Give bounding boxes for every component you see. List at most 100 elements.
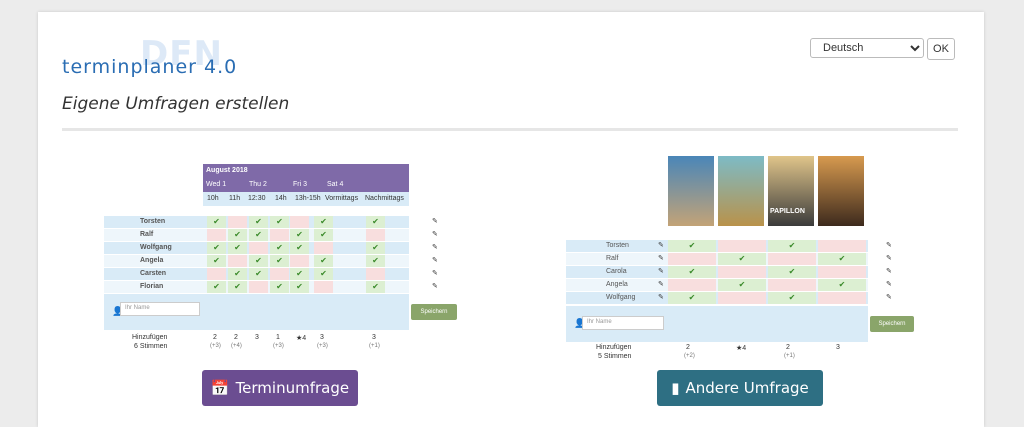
date-poll-button-label: Terminumfrage (235, 379, 350, 397)
edit-icon[interactable]: ✎ (658, 241, 664, 249)
edit-icon[interactable]: ✎ (886, 280, 892, 288)
date-poll-preview: August 2018 Wed 1 Thu 2 Fri 3 Sat 4 10h … (104, 162, 457, 350)
slot-label: 13h-15h (295, 195, 321, 202)
logo[interactable]: DFN terminplaner 4.0 (62, 34, 262, 84)
month-label: August 2018 (206, 167, 248, 174)
participant-row: Carsten ✔ ✔ ✔ ✔ ✎ (104, 268, 438, 280)
participant-name: Torsten (606, 242, 629, 249)
vote-cell (270, 229, 289, 241)
vote-cell: ✔ (366, 255, 385, 267)
vote-cell: ✔ (718, 253, 766, 265)
edit-icon[interactable]: ✎ (658, 280, 664, 288)
edit-icon[interactable]: ✎ (432, 282, 438, 290)
vote-cell (228, 216, 247, 228)
edit-icon[interactable]: ✎ (886, 254, 892, 262)
edit-icon[interactable]: ✎ (658, 267, 664, 275)
logo-text: terminplaner 4.0 (62, 56, 238, 78)
vote-cell: ✔ (270, 255, 289, 267)
participant-row: Wolfgang ✎ ✔ ✔ ✎ (566, 292, 892, 304)
total-count: 2 (234, 334, 238, 341)
movie-poster: PAPILLON (768, 156, 814, 226)
edit-icon[interactable]: ✎ (886, 293, 892, 301)
participant-name: Angela (606, 281, 628, 288)
maybe-count: (+2) (684, 353, 695, 359)
slot-label: Nachmittags (365, 195, 404, 202)
vote-cell: ✔ (228, 268, 247, 280)
vote-cell: ✔ (668, 266, 716, 278)
edit-icon[interactable]: ✎ (658, 293, 664, 301)
vote-cell: ✔ (270, 281, 289, 293)
maybe-count: (+3) (317, 343, 328, 349)
vote-cell (207, 268, 226, 280)
vote-cell: ✔ (818, 253, 866, 265)
edit-icon[interactable]: ✎ (886, 267, 892, 275)
calendar-icon: 📅 (210, 379, 230, 397)
participant-row: Ralf ✔ ✔ ✔ ✔ ✎ (104, 229, 438, 241)
day-label: Sat 4 (327, 181, 344, 188)
vote-cell: ✔ (290, 242, 309, 254)
vote-cell: ✔ (818, 279, 866, 291)
slot-label: 12:30 (248, 195, 266, 202)
total-count: 3 (255, 334, 259, 341)
vote-cell: ✔ (314, 229, 333, 241)
maybe-count: (+3) (210, 343, 221, 349)
total-count: 3 (372, 334, 376, 341)
vote-cell (366, 229, 385, 241)
vote-cell: ✔ (314, 255, 333, 267)
poster-title: PAPILLON (770, 208, 805, 215)
participant-row: Angela ✎ ✔ ✔ ✎ (566, 279, 892, 291)
vote-cell: ✔ (290, 281, 309, 293)
edit-icon[interactable]: ✎ (886, 241, 892, 249)
vote-input-row: 👤 Ihr Name (104, 294, 409, 330)
language-ok-button[interactable]: OK (927, 38, 955, 60)
movie-poster (668, 156, 714, 226)
vote-cell: ✔ (718, 279, 766, 291)
save-button[interactable]: Speichern (411, 304, 457, 320)
vote-cell (718, 266, 766, 278)
movie-poster (818, 156, 864, 226)
vote-cell: ✔ (249, 268, 268, 280)
total-count: 3 (836, 344, 840, 351)
name-input[interactable]: Ihr Name (582, 316, 664, 330)
edit-icon[interactable]: ✎ (432, 269, 438, 277)
participant-name: Florian (140, 283, 164, 290)
vote-cell (290, 255, 309, 267)
slot-label: 14h (275, 195, 287, 202)
vote-cell: ✔ (249, 255, 268, 267)
date-poll-button[interactable]: 📅 Terminumfrage (202, 370, 358, 406)
vote-cell (668, 279, 716, 291)
language-select[interactable]: Deutsch (810, 38, 924, 58)
vote-cell (366, 268, 385, 280)
participant-name: Angela (140, 257, 164, 264)
name-input[interactable]: Ihr Name (120, 302, 200, 316)
vote-cell (249, 242, 268, 254)
save-button[interactable]: Speichern (870, 316, 914, 332)
total-count: 2 (786, 344, 790, 351)
vote-cell (818, 240, 866, 252)
participant-row: Florian ✔ ✔ ✔ ✔ ✔ ✎ (104, 281, 438, 293)
slot-label: 10h (207, 195, 219, 202)
participant-row: Wolfgang ✔ ✔ ✔ ✔ ✔ ✎ (104, 242, 438, 254)
other-poll-button-label: Andere Umfrage (685, 379, 809, 397)
vote-cell (249, 281, 268, 293)
vote-cell: ✔ (314, 268, 333, 280)
name-input-placeholder: Ihr Name (125, 305, 150, 311)
other-poll-button[interactable]: ▮ Andere Umfrage (657, 370, 823, 406)
edit-icon[interactable]: ✎ (432, 243, 438, 251)
edit-icon[interactable]: ✎ (432, 256, 438, 264)
vote-cell: ✔ (249, 216, 268, 228)
vote-cell (207, 229, 226, 241)
edit-icon[interactable]: ✎ (432, 217, 438, 225)
other-poll-preview: PAPILLON Torsten ✎ ✔ ✔ ✎ Ralf ✎ ✔ ✔ ✎ Carola ✎ ✔ ✔ ✎ An… (566, 154, 914, 364)
edit-icon[interactable]: ✎ (432, 230, 438, 238)
maybe-count: (+1) (369, 343, 380, 349)
vote-cell: ✔ (290, 268, 309, 280)
total-count: 3 (320, 334, 324, 341)
vote-cell (290, 216, 309, 228)
total-count: 1 (276, 334, 280, 341)
edit-icon[interactable]: ✎ (658, 254, 664, 262)
vote-cell (228, 255, 247, 267)
total-count: 2 (213, 334, 217, 341)
add-label: Hinzufügen (132, 334, 168, 341)
vote-cell: ✔ (228, 281, 247, 293)
